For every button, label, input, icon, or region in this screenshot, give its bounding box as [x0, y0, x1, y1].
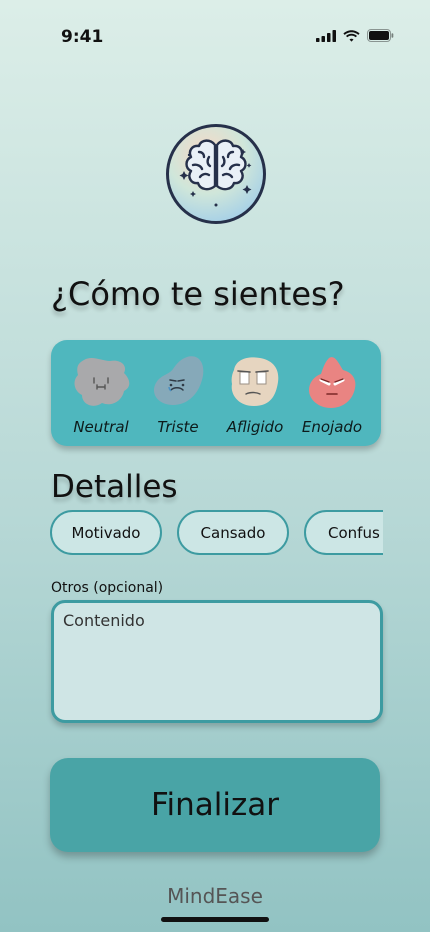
distressed-face-icon — [231, 357, 279, 406]
wifi-icon — [343, 29, 360, 42]
mood-option-neutral[interactable]: Neutral — [62, 354, 140, 436]
details-heading: Detalles — [51, 469, 178, 505]
status-bar: 9:41 — [0, 0, 430, 74]
mood-label: Neutral — [73, 418, 129, 436]
mood-selector: Neutral Triste Afligido Enojado — [51, 340, 381, 446]
mood-label: Enojado — [301, 418, 363, 436]
battery-icon — [367, 29, 394, 42]
mood-label: Afligido — [226, 418, 284, 436]
angry-face-icon — [309, 357, 356, 408]
mood-option-angry[interactable]: Enojado — [293, 354, 371, 436]
cellular-signal-icon — [316, 29, 336, 42]
mood-question-heading: ¿Cómo te sientes? — [51, 275, 345, 313]
chip-motivado[interactable]: Motivado — [50, 510, 162, 555]
detail-chips-scroller[interactable]: Motivado Cansado Confus — [50, 510, 383, 556]
chip-cansado[interactable]: Cansado — [177, 510, 289, 555]
home-indicator[interactable] — [161, 917, 269, 922]
status-time: 9:41 — [61, 27, 104, 47]
notes-label: Otros (opcional) — [51, 580, 164, 596]
mood-label: Triste — [157, 418, 199, 436]
mood-option-sad[interactable]: Triste — [139, 354, 217, 436]
chip-confuso[interactable]: Confus — [304, 510, 383, 555]
status-icons — [316, 29, 394, 42]
brain-icon — [179, 139, 252, 207]
footer-brand: MindEase — [167, 884, 263, 908]
app-logo — [166, 124, 266, 224]
notes-textarea[interactable]: Contenido — [51, 600, 383, 723]
mood-option-distressed[interactable]: Afligido — [216, 354, 294, 436]
sad-face-icon — [153, 356, 204, 405]
finalize-button[interactable]: Finalizar — [50, 758, 380, 852]
neutral-face-icon — [74, 358, 130, 406]
